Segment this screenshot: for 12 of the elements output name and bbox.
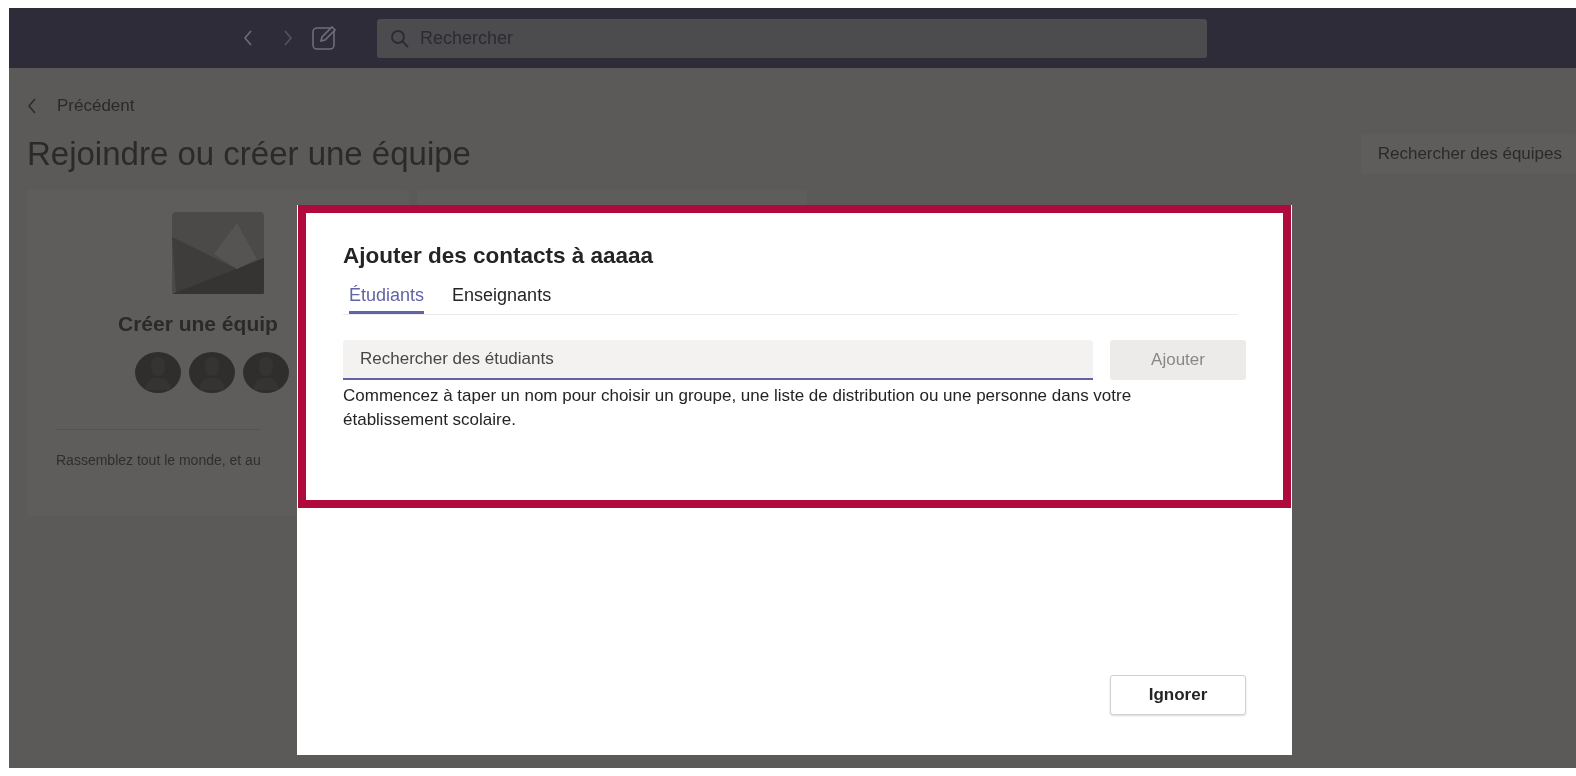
ignore-button[interactable]: Ignorer [1110, 675, 1246, 715]
tab[interactable]: Enseignants [452, 285, 552, 314]
back-icon[interactable] [242, 29, 254, 47]
search-field[interactable]: Rechercher des étudiants [343, 340, 1093, 380]
avatar-icon [243, 352, 289, 393]
image-icon [172, 212, 264, 294]
tab[interactable]: Étudiants [349, 285, 425, 314]
avatar-icon [189, 352, 235, 393]
compose-icon[interactable] [312, 26, 338, 50]
search-icon [390, 28, 410, 49]
forward-icon[interactable] [282, 29, 294, 47]
avatar-icon [135, 352, 181, 393]
